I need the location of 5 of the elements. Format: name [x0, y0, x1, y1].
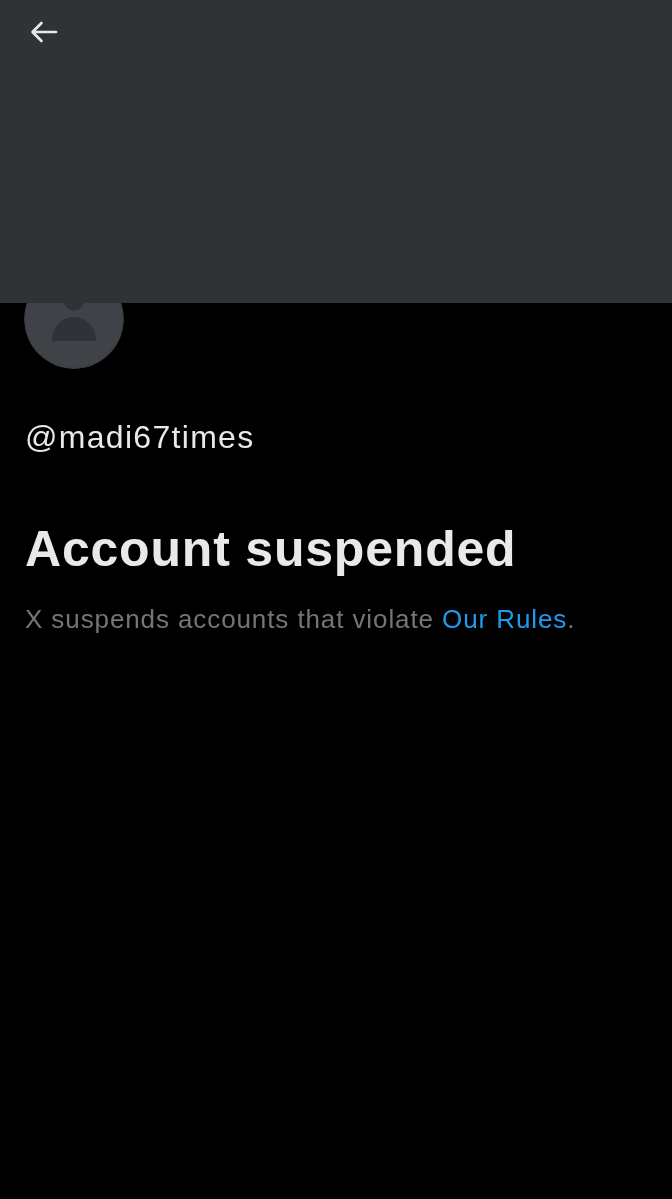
rules-link[interactable]: Our Rules	[442, 604, 568, 634]
back-arrow-icon	[30, 21, 58, 43]
suspension-heading: Account suspended	[25, 520, 518, 578]
suspension-message: X suspends accounts that violate Our Rules.	[25, 603, 577, 635]
username-handle: @madi67times	[25, 419, 256, 455]
